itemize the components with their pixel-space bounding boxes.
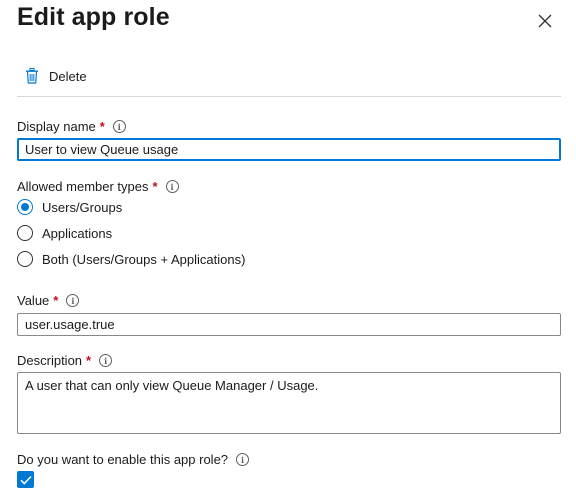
trash-icon: [26, 68, 38, 84]
enable-label-text: Do you want to enable this app role?: [17, 452, 229, 467]
info-icon[interactable]: i: [165, 180, 179, 193]
description-textarea[interactable]: A user that can only view Queue Manager …: [17, 372, 561, 434]
display-name-input[interactable]: User to view Queue usage: [17, 138, 561, 161]
close-button[interactable]: [532, 8, 558, 34]
description-label-text: Description: [17, 353, 83, 368]
required-marker: *: [53, 293, 59, 308]
info-icon[interactable]: i: [99, 354, 113, 367]
radio-label-applications: Applications: [42, 225, 113, 241]
required-marker: *: [86, 353, 92, 368]
value-label: Value * i: [17, 293, 80, 308]
value-label-text: Value: [17, 293, 50, 308]
checkmark-icon: [19, 475, 32, 485]
display-name-label: Display name * i: [17, 119, 126, 134]
description-label: Description * i: [17, 353, 113, 368]
display-name-label-text: Display name: [17, 119, 96, 134]
radio-both[interactable]: Both (Users/Groups + Applications): [17, 251, 245, 267]
info-icon[interactable]: i: [112, 120, 126, 133]
required-marker: *: [152, 179, 158, 194]
required-marker: *: [99, 119, 105, 134]
member-types-label: Allowed member types * i: [17, 179, 179, 194]
close-icon: [538, 14, 552, 28]
command-bar: Delete: [17, 66, 561, 97]
value-field-value: user.usage.true: [25, 317, 115, 332]
info-icon[interactable]: i: [236, 453, 250, 466]
radio-label-users-groups: Users/Groups: [42, 199, 123, 215]
enable-label: Do you want to enable this app role? i: [17, 452, 250, 467]
radio-button[interactable]: [17, 225, 33, 241]
display-name-value: User to view Queue usage: [25, 142, 179, 157]
radio-applications[interactable]: Applications: [17, 225, 112, 241]
panel-title: Edit app role: [17, 3, 170, 31]
delete-label: Delete: [49, 68, 87, 84]
radio-users-groups[interactable]: Users/Groups: [17, 199, 122, 215]
value-input[interactable]: user.usage.true: [17, 313, 561, 336]
member-types-label-text: Allowed member types: [17, 179, 149, 194]
radio-button[interactable]: [17, 251, 33, 267]
radio-button-checked[interactable]: [17, 199, 33, 215]
info-icon[interactable]: i: [66, 294, 80, 307]
description-value: A user that can only view Queue Manager …: [25, 378, 319, 393]
enable-app-role-checkbox[interactable]: [17, 471, 34, 488]
delete-button[interactable]: Delete: [25, 68, 87, 84]
edit-app-role-panel: Edit app role Delete Display name * i Us…: [0, 0, 576, 489]
radio-label-both: Both (Users/Groups + Applications): [42, 251, 246, 267]
